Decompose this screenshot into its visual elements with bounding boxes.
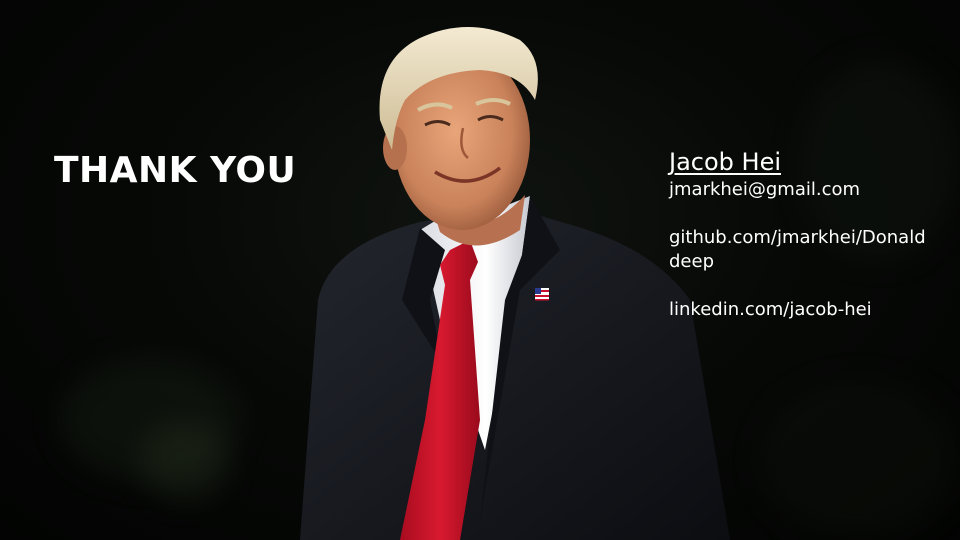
contact-github: github.com/jmarkhei/Donalddeep: [669, 227, 926, 272]
slide: THANK YOU Jacob Hei jmarkhei@gmail.com g…: [0, 0, 960, 540]
contact-email: jmarkhei@gmail.com: [669, 179, 861, 200]
thank-you-heading: THANK YOU: [54, 150, 297, 191]
contact-name-link[interactable]: Jacob Hei: [669, 146, 929, 178]
contact-linkedin: linkedin.com/jacob-hei: [669, 299, 872, 320]
contact-info: Jacob Hei jmarkhei@gmail.com github.com/…: [669, 146, 929, 322]
